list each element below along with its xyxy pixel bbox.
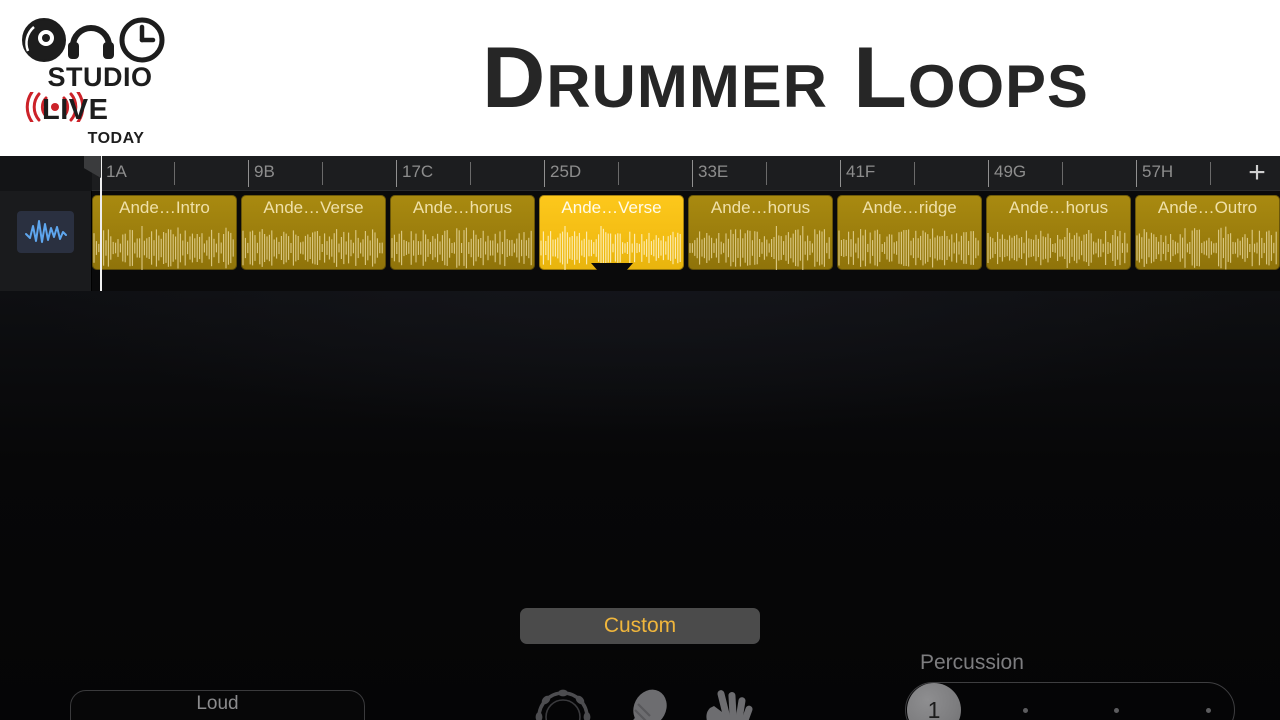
shaker-icon[interactable] — [612, 686, 674, 720]
page-title: Drummer Loops — [180, 0, 1280, 156]
region-label: Ande…horus — [710, 198, 811, 217]
track-header-top — [0, 156, 92, 191]
region-label: Ande…ridge — [862, 198, 957, 217]
ruler-tick — [988, 160, 989, 187]
ruler-minor-tick — [618, 162, 619, 185]
preset-button[interactable]: Custom — [520, 608, 760, 644]
slider-knob[interactable]: 1 — [907, 683, 961, 720]
timeline-region[interactable]: Ande…Outro — [1135, 195, 1280, 270]
percussion-icon-row — [520, 686, 760, 720]
ruler-label: 49G — [994, 162, 1027, 181]
region-waveform — [390, 226, 535, 270]
ruler-tick — [248, 160, 249, 187]
clock-icon — [119, 17, 165, 63]
ruler-minor-tick — [470, 162, 471, 185]
slider-step-dot[interactable] — [1205, 707, 1211, 713]
studio-live-today-logo: STUDIO LIVE TODAY — [14, 8, 174, 148]
region-label: Ande…horus — [412, 198, 513, 217]
clap-hand-icon[interactable] — [692, 686, 754, 720]
region-lane[interactable]: Ande…Intro Ande…Verse Ande…horus Ande…Ve… — [92, 191, 1280, 291]
timeline-region[interactable]: Ande…Intro — [92, 195, 237, 270]
region-label: Ande…Outro — [1157, 198, 1258, 217]
slider-label: Percussion — [920, 651, 1024, 674]
preset-label: Custom — [603, 614, 677, 637]
ruler-tick — [840, 160, 841, 187]
ruler-minor-tick — [914, 162, 915, 185]
ruler-minor-tick — [174, 162, 175, 185]
ruler-tick — [1136, 160, 1137, 187]
ruler-minor-tick — [1062, 162, 1063, 185]
region-waveform — [986, 226, 1131, 270]
region-waveform — [92, 224, 237, 270]
waveform-icon[interactable] — [17, 211, 74, 253]
headphones-icon — [68, 25, 114, 59]
region-waveform — [241, 226, 386, 270]
ruler-minor-tick — [766, 162, 767, 185]
timeline-region[interactable]: Ande…horus — [986, 195, 1131, 270]
page-title-text: Drummer Loops — [481, 29, 1089, 126]
timeline-region[interactable]: Ande…Verse — [241, 195, 386, 270]
ruler-minor-tick — [322, 162, 323, 185]
logo-live-text: LIVE — [42, 94, 109, 126]
logo-icons-svg — [22, 17, 165, 63]
playhead[interactable] — [84, 156, 102, 291]
timeline-region[interactable]: Ande…ridge — [837, 195, 982, 270]
region-label: Ande…horus — [1008, 198, 1109, 217]
xy-pad-label-loud: Loud — [196, 693, 239, 714]
drummer-editor: Custom Loud Soft Simple Complex — [0, 291, 1280, 720]
timeline-region[interactable]: Ande…Verse — [539, 195, 684, 270]
page-header: STUDIO LIVE TODAY Drummer Loops — [0, 0, 1280, 156]
timeline-ruler[interactable]: 1A 9B 17C 25D 33E 41F 49G 57H + — [92, 156, 1280, 191]
timeline-region[interactable]: Ande…horus — [390, 195, 535, 270]
region-waveform — [1135, 226, 1280, 270]
tambourine-icon[interactable] — [532, 686, 594, 720]
ruler-label: 1A — [106, 162, 127, 181]
region-label: Ande…Intro — [119, 198, 210, 217]
ruler-label: 33E — [698, 162, 729, 181]
logo-today-text: TODAY — [87, 130, 145, 147]
intensity-panel: Percussion1Cymbals2Kick & Snare1 — [900, 651, 1240, 720]
logo-icon-row — [22, 16, 166, 64]
timeline: 1A 9B 17C 25D 33E 41F 49G 57H + Ande…Intro Ande… — [0, 156, 1280, 291]
timeline-region[interactable]: Ande…horus — [688, 195, 833, 270]
ruler-label: 9B — [254, 162, 275, 181]
add-track-button[interactable]: + — [1240, 158, 1274, 190]
ruler-label: 25D — [550, 162, 582, 181]
slider-track[interactable]: 1 — [905, 682, 1235, 720]
ruler-label: 41F — [846, 162, 876, 181]
ruler-tick — [544, 160, 545, 187]
vinyl-record-icon — [22, 18, 66, 62]
slider-step-dot[interactable] — [1022, 707, 1028, 713]
region-label: Ande…Verse — [263, 198, 364, 217]
region-label: Ande…Verse — [561, 198, 662, 217]
ruler-minor-tick — [1210, 162, 1211, 185]
region-waveform — [837, 226, 982, 270]
xy-pad[interactable]: Loud Soft Simple Complex — [70, 690, 365, 720]
ruler-tick — [692, 160, 693, 187]
app-window: STUDIO LIVE TODAY Drummer Loops 1A 9B 17C 2… — [0, 0, 1280, 720]
ruler-label: 17C — [402, 162, 434, 181]
ruler-label: 57H — [1142, 162, 1174, 181]
logo-studio-text: STUDIO — [47, 62, 153, 92]
region-waveform — [688, 224, 833, 270]
ruler-tick — [396, 160, 397, 187]
selected-region-pointer — [590, 263, 633, 287]
track-header[interactable] — [0, 156, 92, 291]
slider-step-dot[interactable] — [1114, 707, 1120, 713]
